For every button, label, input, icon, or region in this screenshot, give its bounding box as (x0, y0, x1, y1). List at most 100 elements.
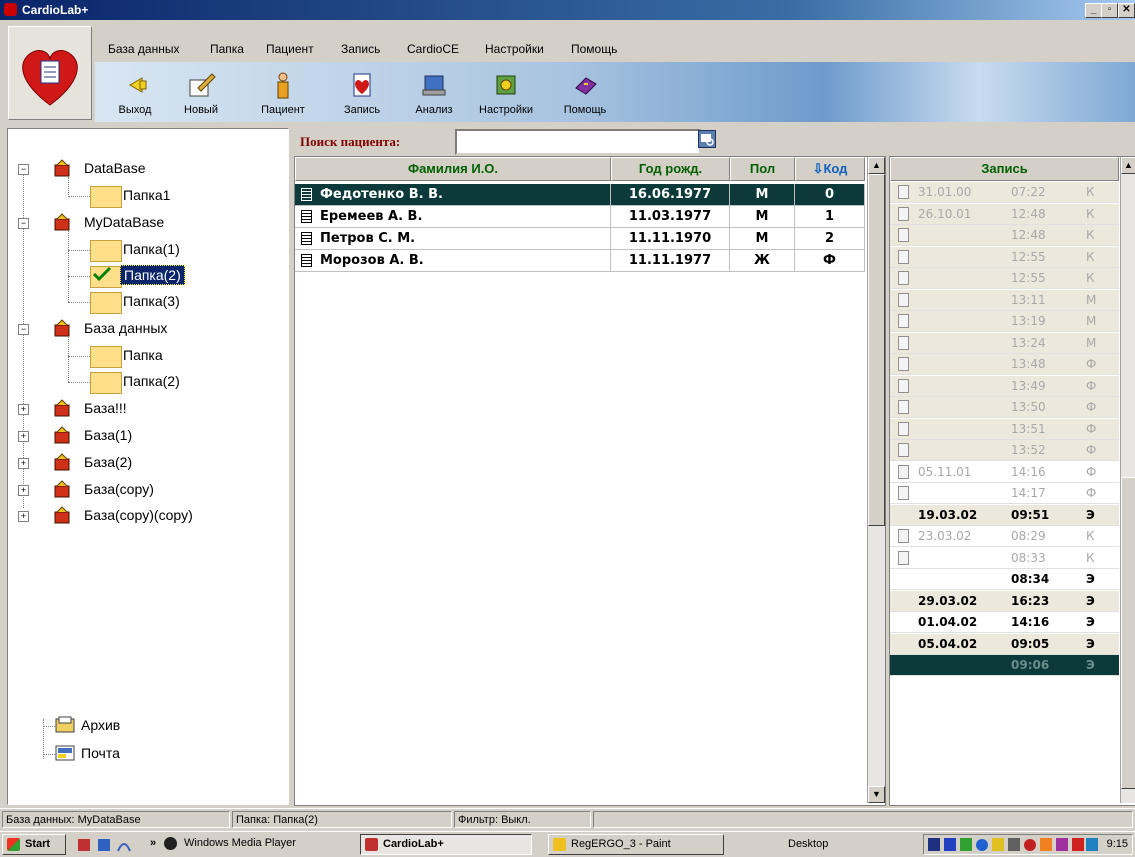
record-row[interactable]: 05.04.02 09:05 Э (890, 633, 1119, 655)
menu-help[interactable]: Помощь (571, 42, 617, 56)
collapse-icon[interactable]: − (18, 324, 29, 335)
record-row[interactable]: 13:51 Ф (890, 418, 1119, 440)
scroll-up-icon[interactable]: ▲ (1121, 157, 1135, 174)
status-extra (593, 811, 1133, 828)
taskbar-paint[interactable]: RegERGO_3 - Paint (548, 834, 724, 855)
tree-db-baza-copy-copy[interactable]: + База(copy)(copy) (8, 504, 278, 528)
record-row[interactable]: 13:48 Ф (890, 354, 1119, 375)
taskbar-media-player[interactable]: Windows Media Player (160, 834, 355, 855)
quicklaunch-icons[interactable] (78, 837, 138, 853)
expand-icon[interactable]: + (18, 511, 29, 522)
record-type: Э (1086, 636, 1095, 651)
record-row[interactable]: 13:24 М (890, 332, 1119, 354)
tree-db-baza-dannyh[interactable]: − База данных (8, 317, 278, 341)
database-icon (53, 399, 71, 417)
record-date: 05.04.02 (918, 636, 978, 651)
tree-archive[interactable]: Архив (8, 714, 278, 738)
column-header-dob[interactable]: Год рожд. (611, 157, 730, 181)
tray-icons[interactable] (928, 837, 1098, 853)
patient-table-scrollbar[interactable]: ▲ ▼ (867, 157, 885, 803)
tree-folder[interactable]: Папка(2) (8, 370, 278, 394)
maximize-button[interactable]: ▫ (1101, 3, 1118, 18)
tree-db-baza-2[interactable]: + База(2) (8, 451, 278, 475)
tree-db-baza-1[interactable]: + База(1) (8, 424, 278, 448)
record-row[interactable]: 23.03.02 08:29 К (890, 526, 1119, 547)
record-row[interactable]: 13:49 Ф (890, 375, 1119, 397)
menu-record[interactable]: Запись (341, 42, 380, 56)
menu-patient[interactable]: Пациент (266, 42, 314, 56)
new-button[interactable]: Новый (171, 62, 231, 120)
taskbar-cardiolab[interactable]: CardioLab+ (360, 834, 532, 855)
tree-folder-label: Папка(2) (120, 265, 185, 285)
start-button[interactable]: Start (2, 834, 66, 855)
record-row[interactable]: 01.04.02 14:16 Э (890, 612, 1119, 633)
record-row[interactable]: 13:50 Ф (890, 397, 1119, 418)
record-row[interactable]: 12:48 К (890, 225, 1119, 246)
settings-button[interactable]: Настройки (476, 62, 536, 120)
scroll-up-icon[interactable]: ▲ (868, 157, 885, 174)
tree-folder[interactable]: Папка(1) (8, 238, 278, 262)
database-tree: − DataBase Папка1 − MyDataBase Папка(1) … (7, 128, 289, 805)
menu-settings[interactable]: Настройки (485, 42, 544, 56)
table-row[interactable]: Еремеев А. В. 11.03.1977 М 1 (295, 206, 865, 228)
record-row[interactable]: 13:19 М (890, 311, 1119, 332)
expand-icon[interactable]: + (18, 431, 29, 442)
record-row[interactable]: 26.10.01 12:48 К (890, 203, 1119, 225)
help-button[interactable]: Помощь (555, 62, 615, 120)
tree-db-mydatabase[interactable]: − MyDataBase (8, 211, 278, 235)
tree-mail[interactable]: Почта (8, 742, 278, 766)
scroll-down-icon[interactable]: ▼ (868, 786, 885, 803)
tree-db-baza-excl[interactable]: + База!!! (8, 397, 278, 421)
table-row[interactable]: Федотенко В. В. 16.06.1977 М 0 (295, 184, 865, 206)
scroll-thumb[interactable] (1121, 477, 1135, 789)
patient-search-input[interactable] (455, 129, 701, 155)
record-row[interactable]: 13:52 Ф (890, 440, 1119, 461)
record-type: Ф (1086, 486, 1097, 500)
menu-database[interactable]: База данных (108, 42, 179, 56)
record-row[interactable]: 29.03.02 16:23 Э (890, 590, 1119, 612)
records-scrollbar[interactable]: ▲ (1120, 157, 1135, 803)
exit-button[interactable]: Выход (105, 62, 165, 120)
record-row[interactable]: 08:33 К (890, 547, 1119, 569)
patient-dob: 11.11.1970 (611, 228, 730, 250)
patient-button[interactable]: Пациент (253, 62, 313, 120)
table-row[interactable]: Морозов А. В. 11.11.1977 Ж Ф (295, 250, 865, 272)
column-header-name[interactable]: Фамилия И.О. (295, 157, 611, 181)
tree-folder[interactable]: Папка (8, 344, 278, 368)
record-row[interactable]: 13:11 М (890, 289, 1119, 311)
record-row[interactable]: 19.03.02 09:51 Э (890, 504, 1119, 526)
record-row[interactable]: 08:34 Э (890, 569, 1119, 590)
tree-db-database[interactable]: − DataBase (8, 157, 278, 181)
table-row[interactable]: Петров С. М. 11.11.1970 М 2 (295, 228, 865, 250)
search-button[interactable] (698, 130, 716, 148)
tree-folder[interactable]: Папка(3) (8, 290, 278, 314)
tree-folder-selected[interactable]: Папка(2) (8, 264, 278, 288)
record-row[interactable]: 05.11.01 14:16 Ф (890, 461, 1119, 483)
tree-folder[interactable]: Папка1 (8, 184, 278, 208)
desktop-toolbar[interactable]: Desktop (788, 838, 828, 850)
tree-db-baza-copy[interactable]: + База(copy) (8, 478, 278, 502)
column-header-code[interactable]: ⇩Код (795, 157, 865, 181)
tree-folder-label: Папка(1) (123, 241, 180, 257)
column-header-sex[interactable]: Пол (730, 157, 795, 181)
menu-folder[interactable]: Папка (210, 42, 244, 56)
collapse-icon[interactable]: − (18, 164, 29, 175)
record-row[interactable]: 12:55 К (890, 268, 1119, 289)
record-time: 13:51 (1011, 421, 1046, 436)
expand-icon[interactable]: + (18, 485, 29, 496)
record-row[interactable]: 14:17 Ф (890, 483, 1119, 504)
menu-cardioce[interactable]: CardioCE (407, 42, 459, 56)
close-button[interactable]: ✕ (1118, 3, 1135, 18)
analysis-button[interactable]: Анализ (404, 62, 464, 120)
collapse-icon[interactable]: − (18, 218, 29, 229)
record-button[interactable]: Запись (332, 62, 392, 120)
records-header[interactable]: Запись (890, 157, 1119, 181)
chevron-icon[interactable]: » (150, 837, 156, 849)
expand-icon[interactable]: + (18, 404, 29, 415)
record-row[interactable]: 31.01.00 07:22 К (890, 182, 1119, 203)
expand-icon[interactable]: + (18, 458, 29, 469)
record-row[interactable]: 12:55 К (890, 246, 1119, 268)
minimize-button[interactable]: _ (1085, 3, 1102, 18)
scroll-thumb[interactable] (868, 174, 885, 526)
record-row[interactable]: 09:06 Э (890, 655, 1119, 676)
